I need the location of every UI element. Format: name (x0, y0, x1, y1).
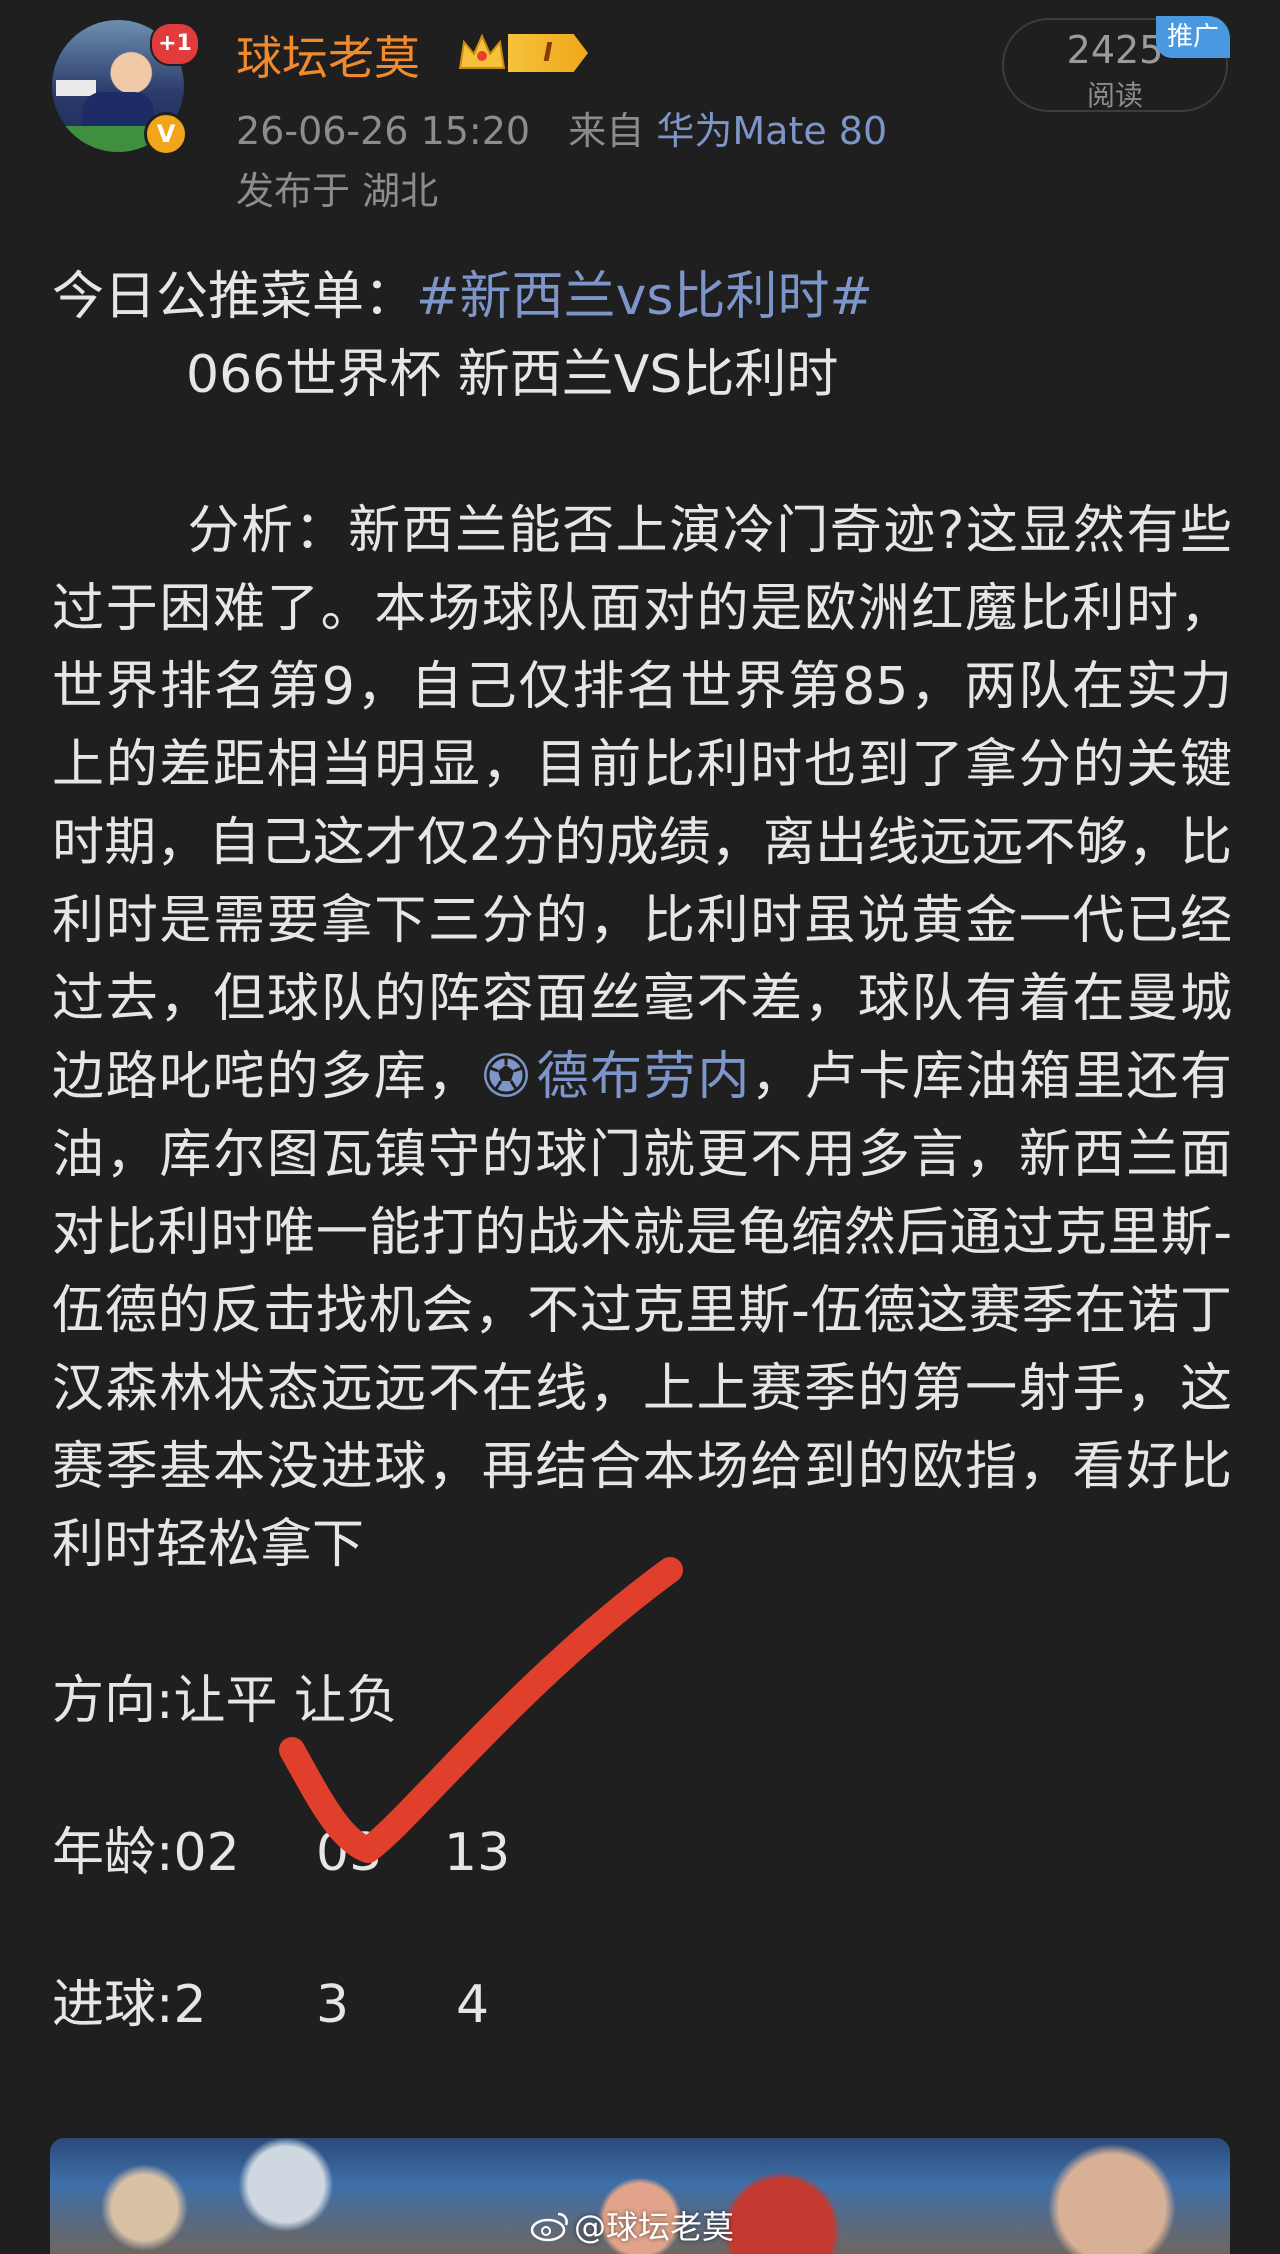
weibo-icon (530, 2212, 568, 2242)
source-prefix: 来自 (568, 109, 645, 153)
post-content: 今日公推菜单：#新西兰vs比利时# 066世界杯 新西兰VS比利时 分析：新西兰… (52, 258, 1232, 2044)
device-link[interactable]: 华为Mate 80 (656, 109, 887, 153)
mention-text: 德布劳内 (534, 1047, 752, 1107)
timestamp: 26-06-26 15:20 (236, 109, 531, 153)
analysis-paragraph: 分析：新西兰能否上演冷门奇迹?这显然有些过于困难了。本场球队面对的是欧洲红魔比利… (52, 492, 1232, 1584)
username[interactable]: 球坛老莫 (236, 22, 420, 88)
watermark: @球坛老莫 (530, 2202, 734, 2248)
goals-line: 进球:2 3 4 (52, 1966, 1232, 2044)
soccer-ball-icon (483, 1053, 528, 1097)
intro-prefix: 今日公推菜单： (52, 267, 417, 327)
watermark-text: @球坛老莫 (574, 2208, 735, 2246)
hashtag-link[interactable]: #新西兰vs比利时# (416, 267, 873, 327)
avatar-background (56, 80, 96, 96)
goals-value-2: 3 (316, 1975, 350, 2035)
notification-badge: +1 (150, 22, 200, 66)
post-meta: 26-06-26 15:20 来自 华为Mate 80 (236, 100, 887, 155)
direction-line: 方向:让平 让负 (52, 1671, 399, 1731)
crown-icon (458, 33, 506, 69)
location: 发布于 湖北 (236, 169, 439, 213)
promo-badge[interactable]: 推广 (1156, 16, 1230, 58)
goals-value-1: 进球:2 (52, 1975, 207, 2035)
age-line: 年龄:02 03 13 (52, 1814, 1232, 1892)
age-value-1: 年龄:02 (52, 1823, 240, 1883)
goals-value-3: 4 (456, 1975, 490, 2035)
analysis-text-1: 分析：新西兰能否上演冷门奇迹?这显然有些过于困难了。本场球队面对的是欧洲红魔比利… (52, 501, 1232, 1107)
mention-link[interactable]: 德布劳内 (481, 1047, 751, 1107)
age-value-3: 13 (444, 1823, 511, 1883)
intro-line: 今日公推菜单：#新西兰vs比利时# (52, 258, 1232, 336)
read-label: 阅读 (1086, 79, 1143, 112)
level-badge: I (508, 34, 588, 72)
verified-badge: V (144, 112, 188, 156)
analysis-text-2: ，卢卡库油箱里还有油，库尔图瓦镇守的球门就更不用多言，新西兰面对比利时唯一能打的… (52, 1047, 1232, 1575)
match-line: 066世界杯 新西兰VS比利时 (52, 336, 1232, 414)
match-title: 066世界杯 新西兰VS比利时 (186, 345, 839, 405)
age-value-2: 03 (316, 1823, 383, 1883)
